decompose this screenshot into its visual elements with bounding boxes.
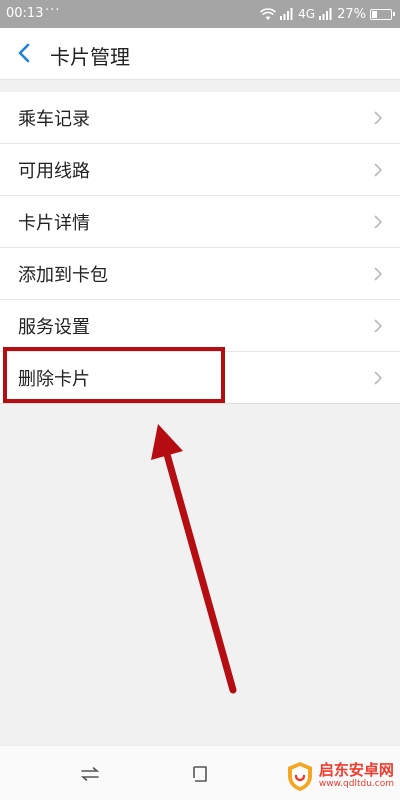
watermark-name: 启东安卓网 — [318, 761, 394, 779]
notification-dots: ··· — [45, 3, 61, 18]
menu-item-ride-records[interactable]: 乘车记录 — [0, 92, 400, 144]
status-right: 4G 27% — [260, 5, 395, 23]
menu-item-label: 服务设置 — [18, 317, 90, 338]
menu-item-label: 添加到卡包 — [18, 265, 108, 286]
chevron-right-icon — [374, 267, 383, 281]
watermark-url: www.qdltdu.com — [318, 779, 394, 789]
menu-item-card-details[interactable]: 卡片详情 — [0, 196, 400, 248]
battery-icon — [370, 8, 395, 20]
menu-item-service-settings[interactable]: 服务设置 — [0, 300, 400, 352]
signal-icon-2 — [319, 8, 332, 20]
app-header: 卡片管理 — [0, 28, 400, 80]
battery-fill — [372, 10, 377, 18]
chevron-right-icon — [374, 371, 383, 385]
shield-logo-icon — [287, 762, 312, 791]
switch-apps-icon[interactable] — [78, 762, 102, 786]
network-type: 4G — [298, 7, 316, 21]
chevron-right-icon — [374, 319, 383, 333]
chevron-left-icon — [18, 43, 30, 63]
home-square-icon[interactable] — [188, 762, 212, 786]
back-button[interactable] — [10, 38, 40, 68]
chevron-right-icon — [374, 163, 383, 177]
menu-item-available-routes[interactable]: 可用线路 — [0, 144, 400, 196]
menu-item-label: 可用线路 — [18, 161, 90, 182]
signal-icon — [280, 8, 293, 20]
menu-item-label: 乘车记录 — [18, 109, 90, 130]
status-time: 00:13 — [6, 6, 44, 21]
annotation-highlight-box — [3, 347, 225, 403]
menu-item-label: 卡片详情 — [18, 213, 90, 234]
wifi-icon — [260, 7, 277, 20]
page-title: 卡片管理 — [50, 45, 130, 69]
watermark-text: 启东安卓网 www.qdltdu.com — [319, 763, 394, 789]
battery-percent: 27% — [337, 6, 366, 22]
chevron-right-icon — [374, 215, 383, 229]
watermark-logo: 启东安卓网 www.qdltdu.com — [285, 758, 394, 794]
chevron-right-icon — [374, 111, 383, 125]
menu-item-add-to-wallet[interactable]: 添加到卡包 — [0, 248, 400, 300]
status-bar: 00:13 ··· 4G 27% — [0, 0, 400, 28]
